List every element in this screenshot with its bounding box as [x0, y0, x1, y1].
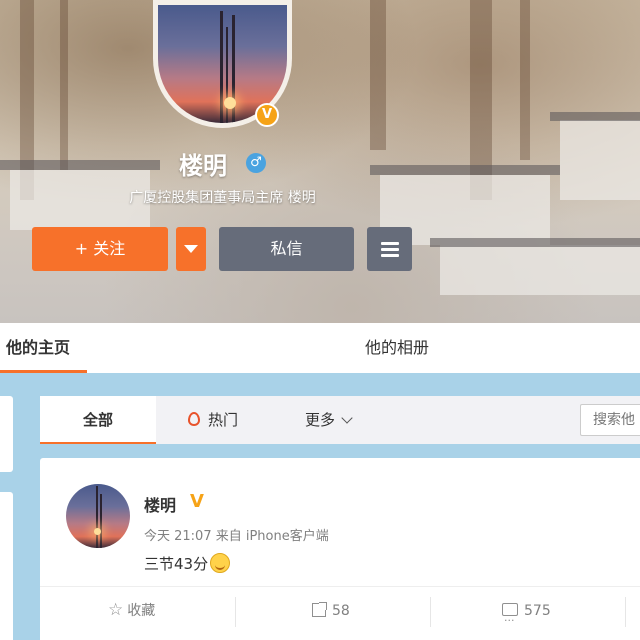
- profile-nav: 他的主页 他的相册: [0, 323, 640, 373]
- share-icon: [312, 601, 327, 617]
- filter-all[interactable]: 全部: [40, 396, 156, 444]
- side-panel: [0, 396, 13, 472]
- tab-album[interactable]: 他的相册: [365, 323, 429, 373]
- profile-name: 楼明: [179, 152, 227, 180]
- post-content: 三节43分: [144, 553, 231, 574]
- menu-icon: [380, 239, 399, 260]
- comment-icon: [502, 597, 518, 640]
- post-actions: ☆收藏 58 575: [40, 586, 640, 640]
- smile-emoji-icon: [210, 553, 231, 573]
- cover-tree: [520, 0, 530, 160]
- post-meta: 今天 21:07 来自 iPhone客户端: [144, 529, 329, 544]
- caret-down-icon: [184, 244, 198, 253]
- follow-options-button[interactable]: [176, 227, 206, 271]
- verified-badge-icon: V: [255, 103, 279, 127]
- cover-roof: [370, 165, 560, 175]
- search-input[interactable]: 搜索他: [580, 404, 640, 436]
- more-menu-button[interactable]: [367, 227, 412, 271]
- cover-tree: [370, 0, 386, 150]
- comment-count: 575: [524, 603, 551, 619]
- filter-more[interactable]: 更多: [305, 396, 353, 444]
- feed-filter-bar: 全部 热门 更多 搜索他: [40, 396, 640, 444]
- cover-roof: [430, 238, 640, 247]
- cover-house: [560, 120, 640, 200]
- post-author[interactable]: 楼明: [144, 492, 176, 516]
- cover-roof: [550, 112, 640, 121]
- tab-active-indicator: [0, 370, 87, 373]
- share-button[interactable]: 58: [312, 587, 350, 640]
- chevron-down-icon: [341, 411, 353, 424]
- post-card: 楼明 V 今天 21:07 来自 iPhone客户端 三节43分 ☆ 收藏 58 …: [40, 458, 640, 640]
- filter-more-label: 更多: [305, 411, 336, 429]
- fire-icon: [188, 412, 200, 426]
- cover-roof: [0, 160, 160, 170]
- message-button[interactable]: 私信: [219, 227, 354, 271]
- side-panel: [0, 492, 13, 640]
- tab-home[interactable]: 他的主页: [6, 323, 70, 373]
- follow-button[interactable]: + 关注: [32, 227, 168, 271]
- post-text: 三节43分: [144, 555, 209, 573]
- post-avatar[interactable]: [66, 484, 130, 548]
- cover-tree: [60, 0, 68, 170]
- collect-label: 收藏: [127, 603, 156, 619]
- star-icon: ☆: [108, 599, 124, 620]
- verified-icon: V: [190, 491, 204, 512]
- profile-cover: [0, 0, 640, 323]
- male-icon: ♂: [246, 153, 266, 173]
- filter-hot[interactable]: 热门: [188, 396, 238, 444]
- cover-house: [440, 245, 640, 295]
- share-count: 58: [332, 603, 350, 619]
- divider: [235, 597, 236, 627]
- collect-button[interactable]: ☆ 收藏: [108, 587, 155, 640]
- divider: [625, 597, 626, 627]
- filter-hot-label: 热门: [208, 411, 239, 429]
- divider: [430, 597, 431, 627]
- profile-title: 广厦控股集团董事局主席 楼明: [129, 190, 316, 206]
- comment-button[interactable]: 575: [502, 587, 551, 640]
